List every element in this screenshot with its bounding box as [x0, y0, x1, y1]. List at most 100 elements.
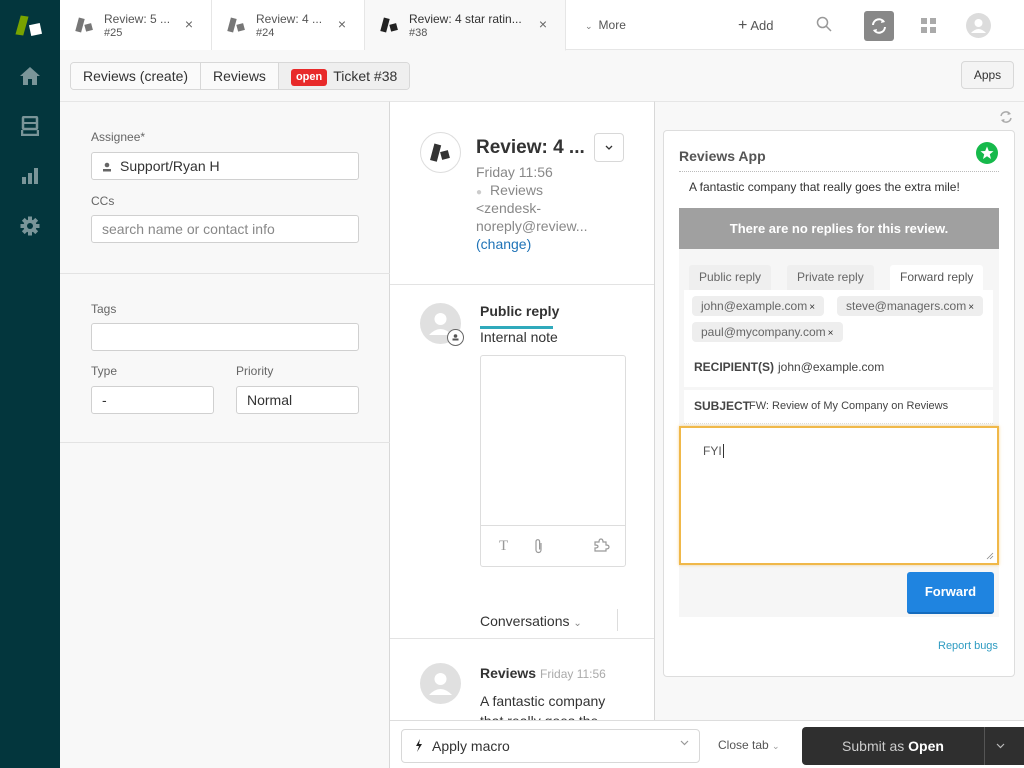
plus-icon: +	[738, 17, 748, 34]
more-tabs-button[interactable]: ⌄ More	[585, 18, 626, 32]
ticket-tab[interactable]: Review: 4 ... #24 ×	[212, 0, 365, 50]
views-icon[interactable]	[18, 114, 42, 138]
requester-email-line1: <zendesk-	[476, 200, 541, 216]
close-tab-icon[interactable]: ×	[539, 16, 547, 32]
tab-number: #25	[104, 27, 123, 39]
close-tab-icon[interactable]: ×	[338, 16, 346, 32]
ticket-properties-panel: Assignee* Support/Ryan H CCs search name…	[60, 101, 390, 768]
subject-row: SUBJECT FW: Review of My Company on Revi…	[684, 390, 993, 424]
type-select[interactable]: -	[91, 386, 214, 414]
product-tray-icon[interactable]	[921, 18, 936, 36]
reviews-ticket-icon	[227, 17, 245, 33]
remove-chip-icon[interactable]: ×	[968, 302, 974, 313]
chevron-down-icon	[605, 145, 613, 150]
settings-icon[interactable]	[18, 214, 42, 238]
add-button[interactable]: + Add	[738, 17, 773, 35]
breadcrumb-reviews-create[interactable]: Reviews (create)	[71, 63, 202, 89]
tab-title: Review: 4 star ratin...	[409, 12, 522, 26]
bottom-action-bar: Apply macro Close tab ⌄ Submit as Open	[390, 720, 1024, 768]
ccs-input[interactable]: search name or contact info	[91, 215, 359, 243]
reply-area: Public reply Private reply Forward reply…	[679, 249, 999, 617]
priority-select[interactable]: Normal	[236, 386, 359, 414]
close-tab-select[interactable]: Close tab ⌄	[718, 738, 780, 752]
priority-label: Priority	[236, 364, 274, 378]
status-badge: open	[290, 69, 328, 86]
divider	[60, 442, 390, 443]
ticket-tab[interactable]: Review: 5 ... #25 ×	[60, 0, 212, 50]
recipients-input[interactable]: john@example.com	[778, 360, 884, 374]
forward-button[interactable]: Forward	[907, 572, 994, 614]
subject-label: SUBJECT	[694, 399, 751, 413]
reporting-icon[interactable]	[18, 164, 42, 188]
resize-handle-icon[interactable]	[986, 552, 994, 560]
conversation-panel: Review: 4 ... Friday 11:56 ● Reviews <zen…	[390, 101, 655, 720]
app-title: Reviews App	[679, 148, 766, 164]
requester-name: ● Reviews	[476, 182, 543, 198]
report-bugs-link[interactable]: Report bugs	[938, 640, 998, 652]
recipient-chip[interactable]: steve@managers.com ×	[837, 296, 984, 316]
breadcrumb-ticket[interactable]: open Ticket #38	[278, 63, 410, 89]
app-public-reply-tab[interactable]: Public reply	[689, 265, 772, 290]
tab-number: #24	[256, 27, 275, 39]
ticket-time: Friday 11:56	[476, 164, 553, 180]
remove-chip-icon[interactable]: ×	[809, 302, 815, 313]
divider	[679, 171, 999, 172]
ticket-tab-active[interactable]: Review: 4 star ratin... #38 ×	[365, 0, 566, 51]
user-avatar[interactable]	[966, 13, 991, 38]
public-reply-tab[interactable]: Public reply	[480, 303, 559, 319]
breadcrumb-reviews[interactable]: Reviews	[201, 63, 279, 89]
type-label: Type	[91, 364, 118, 378]
divider	[60, 273, 390, 274]
ticket-options-button[interactable]	[594, 133, 624, 162]
attachment-icon[interactable]	[533, 538, 544, 559]
subject-input[interactable]: FW: Review of My Company on Reviews	[749, 400, 948, 412]
add-label: Add	[750, 18, 774, 33]
user-icon	[102, 154, 112, 180]
reviews-ticket-icon	[75, 17, 93, 33]
internal-note-tab[interactable]: Internal note	[480, 329, 558, 345]
conversations-filter[interactable]: Conversations ⌄	[480, 613, 582, 629]
text-format-icon[interactable]: T	[499, 538, 508, 555]
reply-composer[interactable]: T	[480, 355, 626, 567]
remove-chip-icon[interactable]: ×	[828, 328, 834, 339]
divider	[617, 609, 618, 631]
app-forward-reply-tab[interactable]: Forward reply	[890, 265, 984, 290]
assignee-label: Assignee*	[91, 130, 146, 144]
zendesk-logo[interactable]	[15, 15, 45, 37]
chevron-down-icon	[680, 740, 689, 746]
recipient-chip[interactable]: paul@mycompany.com ×	[692, 322, 843, 342]
submit-button-group: Submit as Open	[802, 727, 1024, 765]
submit-options-button[interactable]	[985, 727, 1015, 765]
status-dot-icon: ●	[476, 187, 483, 198]
message-text: FYI	[703, 444, 724, 458]
recipient-chip[interactable]: john@example.com ×	[692, 296, 825, 316]
apps-puzzle-icon[interactable]	[594, 538, 611, 556]
event-time: Friday 11:56	[540, 667, 606, 681]
refresh-apps-icon[interactable]	[999, 110, 1013, 127]
review-text: A fantastic company that really goes the…	[689, 180, 960, 194]
sync-icon[interactable]	[864, 11, 894, 41]
submit-button[interactable]: Submit as Open	[802, 727, 984, 765]
change-requester-link[interactable]: (change)	[476, 236, 531, 252]
tab-number: #38	[409, 27, 428, 39]
apply-macro-select[interactable]: Apply macro	[401, 729, 700, 763]
requester-avatar[interactable]	[420, 132, 461, 173]
search-icon[interactable]	[816, 16, 832, 35]
tags-input[interactable]	[91, 323, 359, 351]
lightning-icon	[416, 739, 422, 752]
tab-title: Review: 5 ...	[104, 12, 171, 26]
no-replies-banner: There are no replies for this review.	[679, 208, 999, 249]
home-icon[interactable]	[18, 64, 42, 88]
reviews-app-card: Reviews App A fantastic company that rea…	[663, 130, 1015, 677]
ticket-label: Ticket #38	[333, 68, 398, 84]
apps-sidebar: Reviews App A fantastic company that rea…	[655, 101, 1024, 720]
tags-label: Tags	[91, 302, 117, 316]
event-author-avatar	[420, 663, 461, 704]
app-private-reply-tab[interactable]: Private reply	[787, 265, 874, 290]
event-body: A fantastic company that really goes the	[480, 693, 606, 720]
tab-title: Review: 4 ...	[256, 12, 323, 26]
apps-button[interactable]: Apps	[961, 61, 1014, 89]
forward-message-textarea[interactable]: FYI	[679, 426, 999, 565]
close-tab-icon[interactable]: ×	[185, 16, 193, 32]
assignee-field[interactable]: Support/Ryan H	[91, 152, 359, 180]
